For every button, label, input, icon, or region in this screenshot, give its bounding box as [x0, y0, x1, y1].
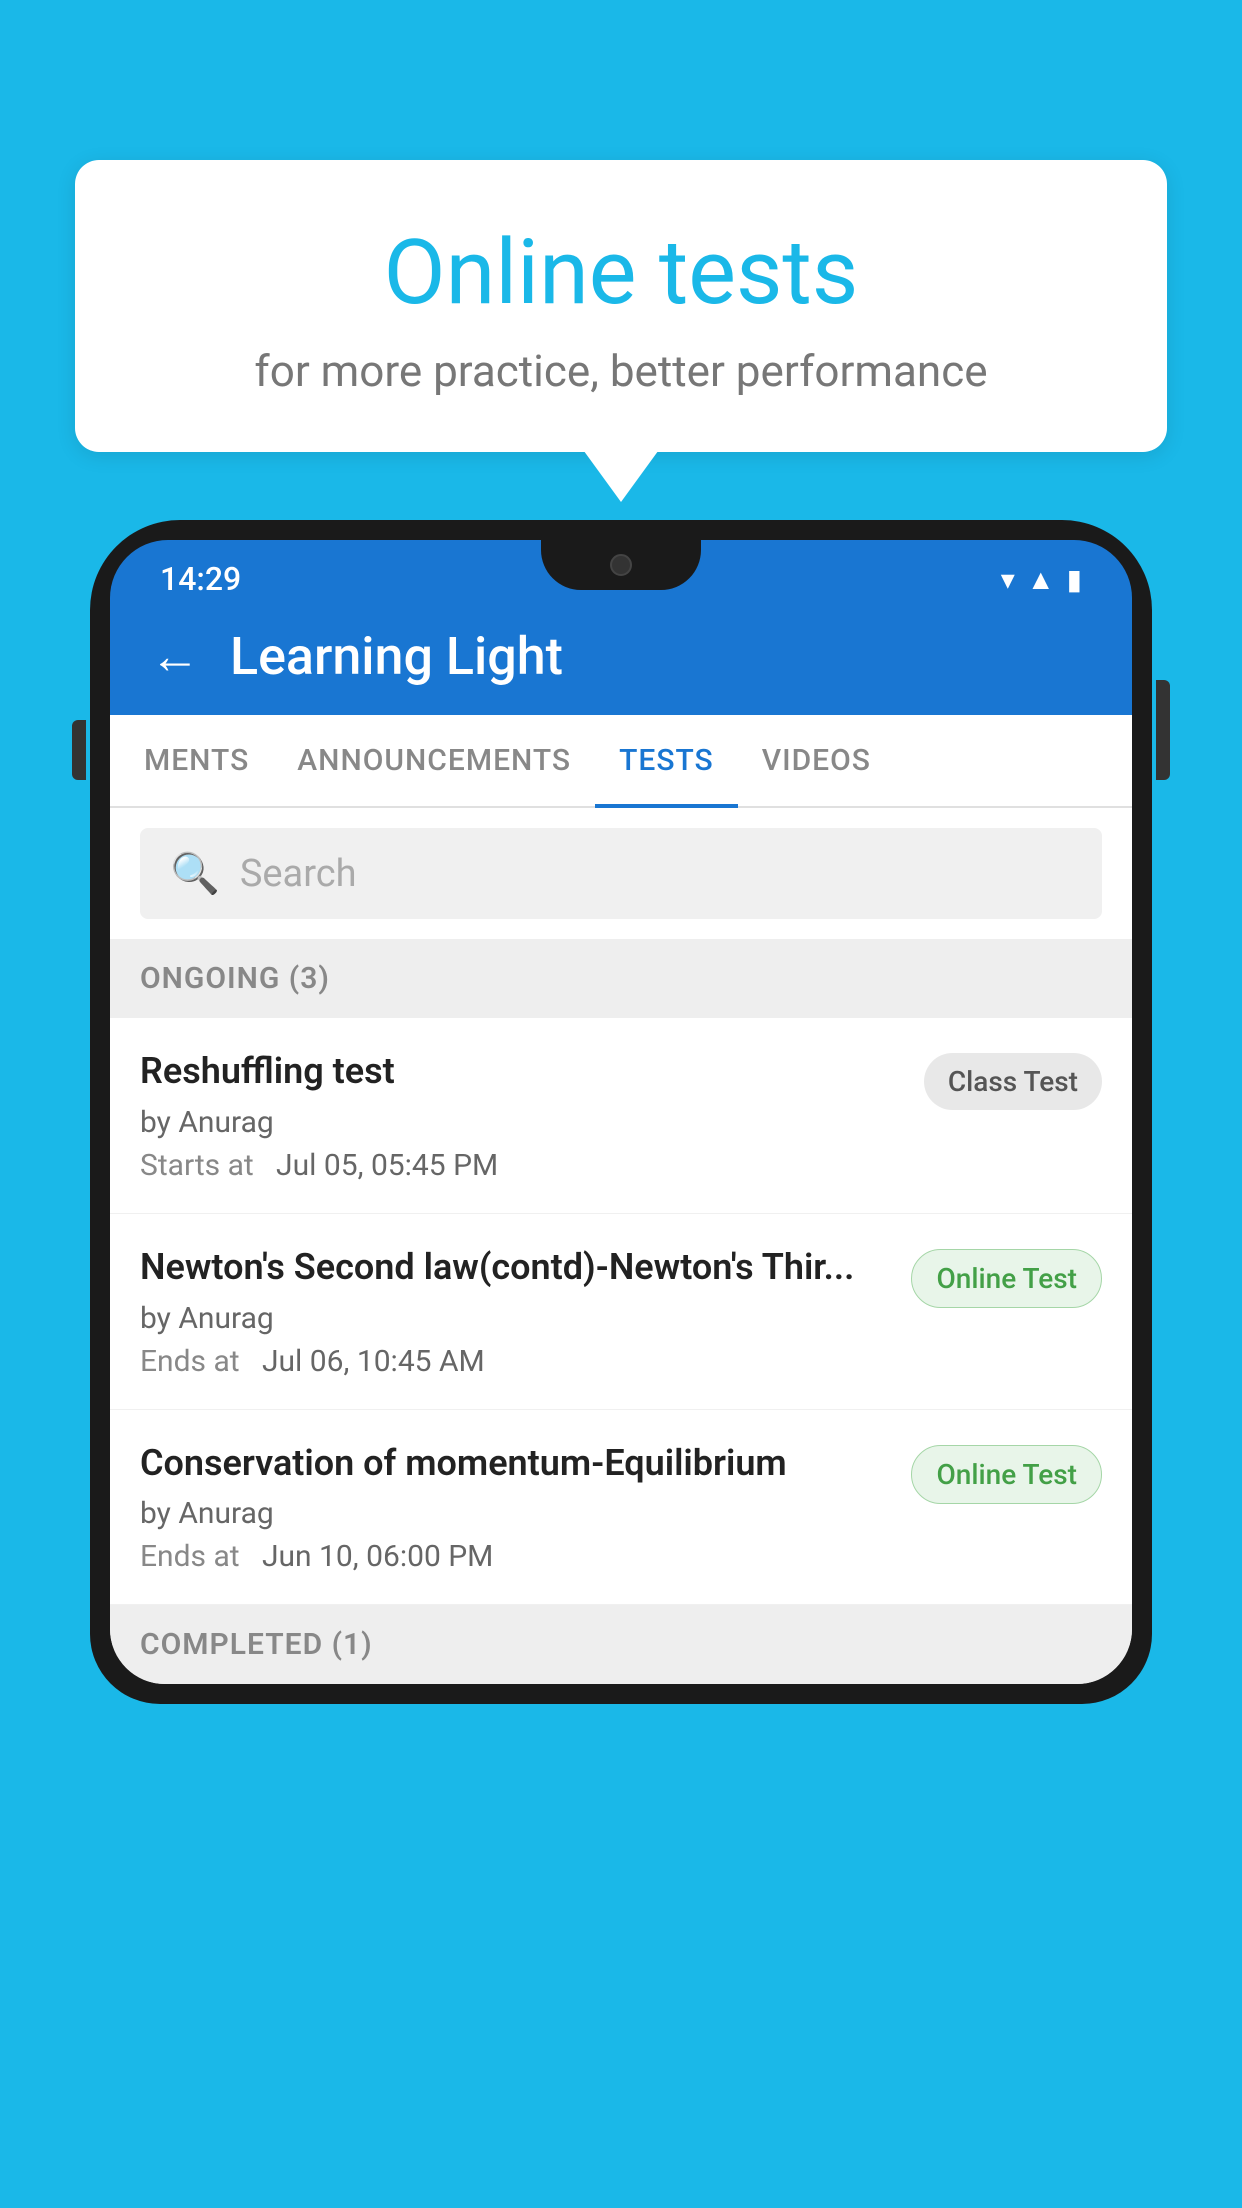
- test-time: Ends at Jul 06, 10:45 AM: [140, 1344, 891, 1379]
- test-author: by Anurag: [140, 1496, 891, 1531]
- test-item[interactable]: Newton's Second law(contd)-Newton's Thir…: [110, 1214, 1132, 1410]
- test-time: Starts at Jul 05, 05:45 PM: [140, 1148, 904, 1183]
- test-badge-class: Class Test: [924, 1053, 1102, 1110]
- completed-label: COMPLETED (1): [140, 1627, 373, 1662]
- signal-icon: ▲: [1027, 563, 1055, 596]
- search-bar[interactable]: 🔍 Search: [140, 828, 1102, 919]
- camera: [610, 554, 632, 576]
- completed-section-header: COMPLETED (1): [110, 1605, 1132, 1684]
- phone-volume-button: [72, 720, 86, 780]
- test-info: Reshuffling test by Anurag Starts at Jul…: [140, 1048, 924, 1183]
- promo-bubble: Online tests for more practice, better p…: [75, 160, 1167, 452]
- test-info: Newton's Second law(contd)-Newton's Thir…: [140, 1244, 911, 1379]
- test-info: Conservation of momentum-Equilibrium by …: [140, 1440, 911, 1575]
- tab-tests[interactable]: TESTS: [595, 715, 738, 806]
- search-container: 🔍 Search: [110, 808, 1132, 939]
- test-badge-online: Online Test: [911, 1445, 1102, 1504]
- test-time: Ends at Jun 10, 06:00 PM: [140, 1539, 891, 1574]
- app-header: ← Learning Light: [110, 598, 1132, 715]
- phone-screen: MENTS ANNOUNCEMENTS TESTS VIDEOS 🔍 Searc…: [110, 715, 1132, 1684]
- test-badge-online: Online Test: [911, 1249, 1102, 1308]
- tab-announcements[interactable]: ANNOUNCEMENTS: [273, 715, 595, 806]
- back-button[interactable]: ←: [150, 632, 200, 682]
- tab-videos[interactable]: VIDEOS: [738, 715, 895, 806]
- app-title: Learning Light: [230, 626, 563, 687]
- status-icons: ▾ ▲ ▮: [1001, 563, 1082, 596]
- wifi-icon: ▾: [1001, 563, 1015, 596]
- phone-side-button: [1156, 680, 1170, 780]
- search-icon: 🔍: [170, 850, 220, 897]
- ongoing-label: ONGOING (3): [140, 961, 330, 996]
- tab-ments[interactable]: MENTS: [120, 715, 273, 806]
- search-input[interactable]: Search: [240, 852, 357, 896]
- test-name: Reshuffling test: [140, 1048, 904, 1095]
- phone-body: 14:29 ▾ ▲ ▮ ← Learning Light MENTS: [90, 520, 1152, 1704]
- bubble-subtitle: for more practice, better performance: [155, 345, 1087, 397]
- test-name: Conservation of momentum-Equilibrium: [140, 1440, 891, 1487]
- status-bar: 14:29 ▾ ▲ ▮: [110, 540, 1132, 598]
- phone-mockup: 14:29 ▾ ▲ ▮ ← Learning Light MENTS: [90, 520, 1152, 2208]
- tabs-bar: MENTS ANNOUNCEMENTS TESTS VIDEOS: [110, 715, 1132, 808]
- status-time: 14:29: [160, 560, 241, 598]
- test-item[interactable]: Conservation of momentum-Equilibrium by …: [110, 1410, 1132, 1606]
- test-author: by Anurag: [140, 1105, 904, 1140]
- phone-notch: [541, 540, 701, 590]
- ongoing-section-header: ONGOING (3): [110, 939, 1132, 1018]
- test-author: by Anurag: [140, 1301, 891, 1336]
- battery-icon: ▮: [1067, 563, 1082, 596]
- test-item[interactable]: Reshuffling test by Anurag Starts at Jul…: [110, 1018, 1132, 1214]
- test-name: Newton's Second law(contd)-Newton's Thir…: [140, 1244, 891, 1291]
- bubble-title: Online tests: [155, 220, 1087, 325]
